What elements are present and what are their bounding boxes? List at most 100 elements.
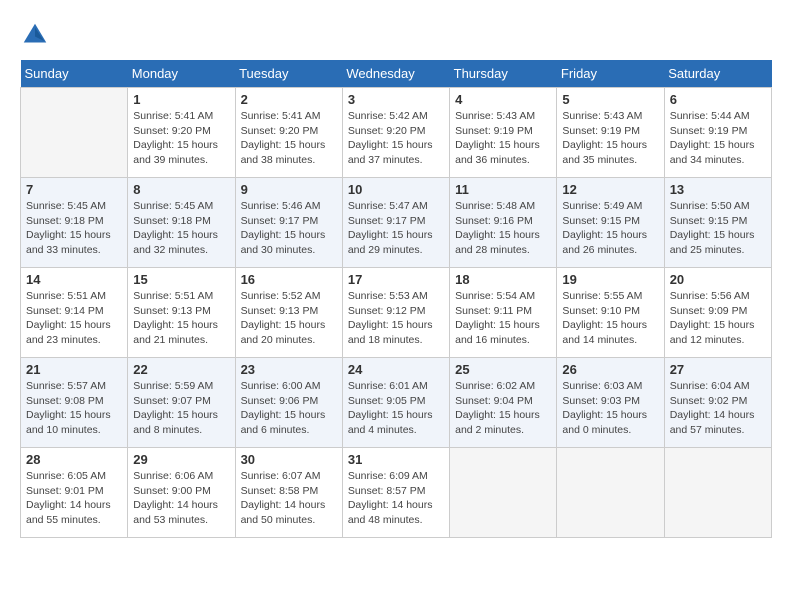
day-number: 9: [241, 182, 337, 197]
calendar-header-row: SundayMondayTuesdayWednesdayThursdayFrid…: [21, 60, 772, 88]
calendar-cell: 23 Sunrise: 6:00 AMSunset: 9:06 PMDayligh…: [235, 358, 342, 448]
calendar-cell: [557, 448, 664, 538]
calendar-cell: 8 Sunrise: 5:45 AMSunset: 9:18 PMDaylight…: [128, 178, 235, 268]
day-info: Sunrise: 5:47 AMSunset: 9:17 PMDaylight:…: [348, 199, 444, 258]
day-number: 27: [670, 362, 766, 377]
day-info: Sunrise: 5:45 AMSunset: 9:18 PMDaylight:…: [26, 199, 122, 258]
day-header-tuesday: Tuesday: [235, 60, 342, 88]
day-number: 18: [455, 272, 551, 287]
day-header-thursday: Thursday: [450, 60, 557, 88]
day-number: 17: [348, 272, 444, 287]
day-header-wednesday: Wednesday: [342, 60, 449, 88]
day-info: Sunrise: 6:09 AMSunset: 8:57 PMDaylight:…: [348, 469, 444, 528]
day-info: Sunrise: 5:46 AMSunset: 9:17 PMDaylight:…: [241, 199, 337, 258]
calendar-cell: 20 Sunrise: 5:56 AMSunset: 9:09 PMDayligh…: [664, 268, 771, 358]
day-number: 14: [26, 272, 122, 287]
day-header-sunday: Sunday: [21, 60, 128, 88]
day-info: Sunrise: 5:49 AMSunset: 9:15 PMDaylight:…: [562, 199, 658, 258]
day-number: 20: [670, 272, 766, 287]
day-number: 23: [241, 362, 337, 377]
day-number: 25: [455, 362, 551, 377]
calendar-cell: 31 Sunrise: 6:09 AMSunset: 8:57 PMDayligh…: [342, 448, 449, 538]
calendar-week-3: 14 Sunrise: 5:51 AMSunset: 9:14 PMDayligh…: [21, 268, 772, 358]
calendar-cell: 25 Sunrise: 6:02 AMSunset: 9:04 PMDayligh…: [450, 358, 557, 448]
day-info: Sunrise: 5:45 AMSunset: 9:18 PMDaylight:…: [133, 199, 229, 258]
calendar-cell: 17 Sunrise: 5:53 AMSunset: 9:12 PMDayligh…: [342, 268, 449, 358]
calendar-cell: 9 Sunrise: 5:46 AMSunset: 9:17 PMDaylight…: [235, 178, 342, 268]
day-info: Sunrise: 6:02 AMSunset: 9:04 PMDaylight:…: [455, 379, 551, 438]
day-info: Sunrise: 6:06 AMSunset: 9:00 PMDaylight:…: [133, 469, 229, 528]
day-info: Sunrise: 5:52 AMSunset: 9:13 PMDaylight:…: [241, 289, 337, 348]
calendar-cell: 2Sunrise: 5:41 AMSunset: 9:20 PMDaylight…: [235, 88, 342, 178]
day-info: Sunrise: 5:43 AMSunset: 9:19 PMDaylight:…: [455, 109, 551, 168]
day-number: 5: [562, 92, 658, 107]
day-number: 3: [348, 92, 444, 107]
day-number: 7: [26, 182, 122, 197]
day-info: Sunrise: 6:03 AMSunset: 9:03 PMDaylight:…: [562, 379, 658, 438]
day-number: 29: [133, 452, 229, 467]
day-number: 12: [562, 182, 658, 197]
day-number: 31: [348, 452, 444, 467]
day-info: Sunrise: 5:51 AMSunset: 9:14 PMDaylight:…: [26, 289, 122, 348]
calendar-cell: 26 Sunrise: 6:03 AMSunset: 9:03 PMDayligh…: [557, 358, 664, 448]
day-info: Sunrise: 5:50 AMSunset: 9:15 PMDaylight:…: [670, 199, 766, 258]
calendar-cell: 27 Sunrise: 6:04 AMSunset: 9:02 PMDayligh…: [664, 358, 771, 448]
day-number: 28: [26, 452, 122, 467]
day-number: 15: [133, 272, 229, 287]
calendar-cell: 16 Sunrise: 5:52 AMSunset: 9:13 PMDayligh…: [235, 268, 342, 358]
day-number: 4: [455, 92, 551, 107]
calendar-cell: 3 Sunrise: 5:42 AMSunset: 9:20 PMDaylight…: [342, 88, 449, 178]
calendar-cell: 12 Sunrise: 5:49 AMSunset: 9:15 PMDayligh…: [557, 178, 664, 268]
page-header: [20, 20, 772, 50]
day-info: Sunrise: 6:05 AMSunset: 9:01 PMDaylight:…: [26, 469, 122, 528]
day-info: Sunrise: 6:07 AMSunset: 8:58 PMDaylight:…: [241, 469, 337, 528]
day-info: Sunrise: 5:42 AMSunset: 9:20 PMDaylight:…: [348, 109, 444, 168]
calendar-cell: 13 Sunrise: 5:50 AMSunset: 9:15 PMDayligh…: [664, 178, 771, 268]
day-info: Sunrise: 6:00 AMSunset: 9:06 PMDaylight:…: [241, 379, 337, 438]
calendar-cell: 4 Sunrise: 5:43 AMSunset: 9:19 PMDaylight…: [450, 88, 557, 178]
calendar-cell: 5 Sunrise: 5:43 AMSunset: 9:19 PMDaylight…: [557, 88, 664, 178]
day-info: Sunrise: 5:43 AMSunset: 9:19 PMDaylight:…: [562, 109, 658, 168]
calendar-cell: 22 Sunrise: 5:59 AMSunset: 9:07 PMDayligh…: [128, 358, 235, 448]
day-number: 16: [241, 272, 337, 287]
calendar-week-5: 28 Sunrise: 6:05 AMSunset: 9:01 PMDayligh…: [21, 448, 772, 538]
day-info: Sunrise: 5:57 AMSunset: 9:08 PMDaylight:…: [26, 379, 122, 438]
calendar-week-1: 1Sunrise: 5:41 AMSunset: 9:20 PMDaylight…: [21, 88, 772, 178]
day-info: Sunrise: 5:53 AMSunset: 9:12 PMDaylight:…: [348, 289, 444, 348]
day-number: 8: [133, 182, 229, 197]
calendar-cell: 18 Sunrise: 5:54 AMSunset: 9:11 PMDayligh…: [450, 268, 557, 358]
day-header-friday: Friday: [557, 60, 664, 88]
day-info: Sunrise: 6:01 AMSunset: 9:05 PMDaylight:…: [348, 379, 444, 438]
calendar-cell: 28 Sunrise: 6:05 AMSunset: 9:01 PMDayligh…: [21, 448, 128, 538]
day-number: 22: [133, 362, 229, 377]
day-info: Sunrise: 5:54 AMSunset: 9:11 PMDaylight:…: [455, 289, 551, 348]
calendar-cell: [21, 88, 128, 178]
day-number: 11: [455, 182, 551, 197]
calendar-cell: 21Sunrise: 5:57 AMSunset: 9:08 PMDayligh…: [21, 358, 128, 448]
day-info: Sunrise: 5:44 AMSunset: 9:19 PMDaylight:…: [670, 109, 766, 168]
calendar-cell: 24 Sunrise: 6:01 AMSunset: 9:05 PMDayligh…: [342, 358, 449, 448]
calendar-cell: 11 Sunrise: 5:48 AMSunset: 9:16 PMDayligh…: [450, 178, 557, 268]
calendar-cell: 15 Sunrise: 5:51 AMSunset: 9:13 PMDayligh…: [128, 268, 235, 358]
day-info: Sunrise: 5:41 AMSunset: 9:20 PMDaylight:…: [133, 109, 229, 168]
calendar-cell: 19Sunrise: 5:55 AMSunset: 9:10 PMDayligh…: [557, 268, 664, 358]
day-number: 24: [348, 362, 444, 377]
day-number: 13: [670, 182, 766, 197]
day-number: 19: [562, 272, 658, 287]
day-number: 30: [241, 452, 337, 467]
day-info: Sunrise: 5:56 AMSunset: 9:09 PMDaylight:…: [670, 289, 766, 348]
day-number: 26: [562, 362, 658, 377]
day-info: Sunrise: 5:48 AMSunset: 9:16 PMDaylight:…: [455, 199, 551, 258]
day-info: Sunrise: 6:04 AMSunset: 9:02 PMDaylight:…: [670, 379, 766, 438]
calendar-cell: [450, 448, 557, 538]
day-number: 6: [670, 92, 766, 107]
day-info: Sunrise: 5:59 AMSunset: 9:07 PMDaylight:…: [133, 379, 229, 438]
calendar-cell: 7 Sunrise: 5:45 AMSunset: 9:18 PMDaylight…: [21, 178, 128, 268]
calendar-cell: 10Sunrise: 5:47 AMSunset: 9:17 PMDayligh…: [342, 178, 449, 268]
day-info: Sunrise: 5:41 AMSunset: 9:20 PMDaylight:…: [241, 109, 337, 168]
day-info: Sunrise: 5:51 AMSunset: 9:13 PMDaylight:…: [133, 289, 229, 348]
calendar-cell: 6 Sunrise: 5:44 AMSunset: 9:19 PMDaylight…: [664, 88, 771, 178]
logo: [20, 20, 54, 50]
calendar-cell: 29 Sunrise: 6:06 AMSunset: 9:00 PMDayligh…: [128, 448, 235, 538]
day-header-monday: Monday: [128, 60, 235, 88]
